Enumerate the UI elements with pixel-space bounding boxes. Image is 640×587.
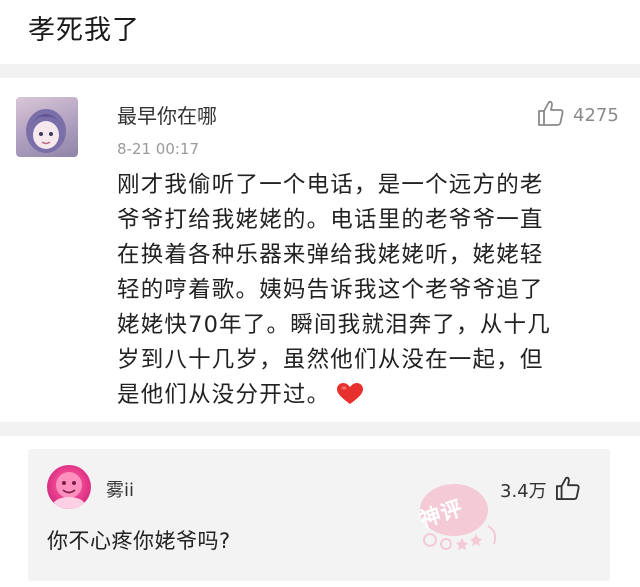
comment-line: 在换着各种乐器来弹给我姥姥听，姥姥轻 [117,242,544,268]
section-divider [0,64,640,78]
comment-line: 轻的哼着歌。姨妈告诉我这个老爷爷追了 [117,277,544,303]
reply-avatar[interactable] [47,465,91,509]
section-divider [0,422,640,436]
thumbs-up-icon [555,476,581,504]
comment-body: 刚才我偷听了一个电话，是一个远方的老 爷爷打给我姥姥的。电话里的老爷爷一直 在换… [117,168,617,417]
post-caption: 孝死我了 [28,15,140,46]
comment-line-last: 是他们从没分开过。 [117,378,617,417]
thumbs-up-icon [537,100,565,130]
user-avatar[interactable] [16,97,78,157]
reply-card[interactable] [28,449,610,581]
comment-line: 是他们从没分开过。 [117,382,331,408]
comment-like-count: 4275 [573,104,619,126]
comment-like-button[interactable]: 4275 [537,100,619,130]
comment-timestamp: 8-21 00:17 [117,140,200,158]
comment-line: 刚才我偷听了一个电话，是一个远方的老 [117,172,544,198]
comment-username[interactable]: 最早你在哪 [117,100,217,129]
reply-username[interactable]: 雾ii [106,476,134,502]
comment-line: 爷爷打给我姥姥的。电话里的老爷爷一直 [117,207,544,233]
reply-like-button[interactable]: 3.4万 [500,476,581,504]
reply-like-count: 3.4万 [500,481,547,502]
reply-text: 你不心疼你姥爷吗? [47,529,231,553]
red-heart-icon [336,382,364,417]
comment-line: 岁到八十几岁，虽然他们从没在一起，但 [117,347,544,373]
comment-line: 姥姥快70年了。瞬间我就泪奔了，从十几 [117,312,551,338]
